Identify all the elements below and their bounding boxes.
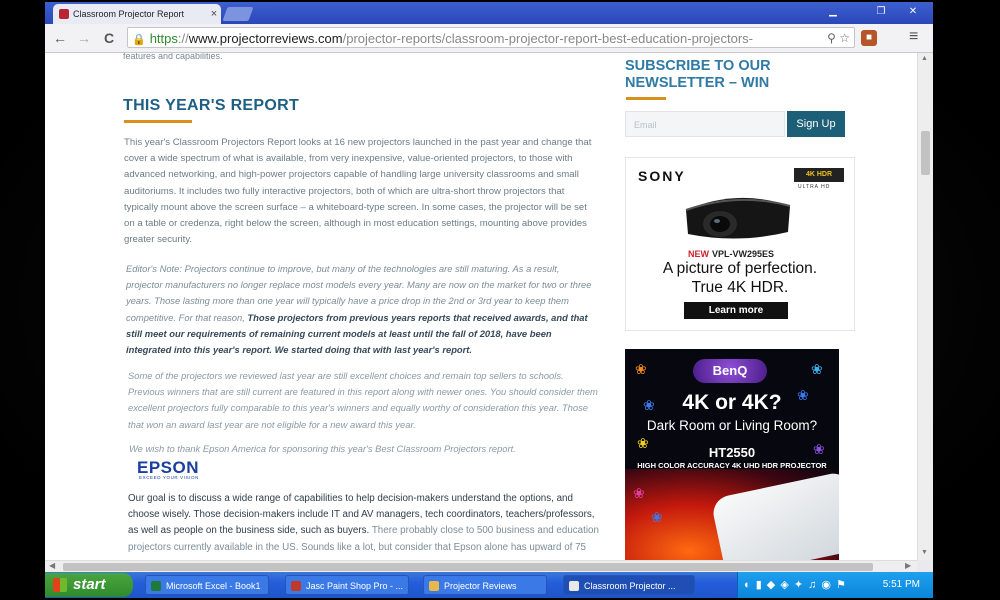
taskbar-item-label: Projector Reviews (444, 581, 517, 591)
taskbar-item[interactable]: Projector Reviews (423, 575, 547, 595)
email-field[interactable]: Email (625, 111, 785, 137)
browser-titlebar: Classroom Projector Report × ▁ ❐ ✕ (45, 2, 933, 24)
vertical-scrollbar[interactable]: ▲ ▼ (917, 53, 933, 560)
goal-paragraph: Our goal is to discuss a wide range of c… (128, 491, 603, 556)
learn-more-button[interactable]: Learn more (684, 302, 788, 319)
url-path: /projector-reports/classroom-projector-r… (342, 31, 753, 46)
benq-model: HT2550 (708, 445, 756, 460)
benq-ad[interactable]: BenQ 4K or 4K? Dark Room or Living Room?… (625, 349, 839, 560)
bookmark-star-icon[interactable]: ☆ (839, 31, 850, 45)
scroll-right-icon[interactable]: ▶ (905, 561, 911, 570)
newsletter-underline (626, 97, 666, 100)
scroll-up-icon[interactable]: ▲ (921, 55, 928, 62)
chrome-icon (569, 581, 579, 591)
butterfly-icon: ❀ (637, 435, 649, 451)
tab-classroom-projector-report[interactable]: Classroom Projector Report × (53, 4, 221, 24)
previous-winners-paragraph: Some of the projectors we reviewed last … (128, 370, 598, 430)
start-button[interactable]: start (45, 573, 133, 597)
scroll-down-icon[interactable]: ▼ (921, 549, 928, 556)
butterfly-icon: ❀ (811, 361, 823, 377)
windows-taskbar: start Microsoft Excel - Book1 Jasc Paint… (45, 572, 933, 598)
lock-icon: 🔒 (132, 34, 146, 46)
back-button[interactable]: ← (51, 29, 69, 47)
epson-tagline: EXCEED YOUR VISION (139, 475, 199, 480)
sony-tagline-2: True 4K HDR. (691, 279, 789, 296)
address-bar[interactable]: 🔒 https://www.projectorreviews.com/projec… (127, 27, 855, 48)
report-intro-paragraph: This year's Classroom Projectors Report … (124, 137, 592, 246)
tray-icons[interactable]: ◐ ▮ ◆ ◈ ✦ ♫ ◉ ⚑ (744, 578, 847, 591)
benq-subhead: Dark Room or Living Room? (646, 418, 818, 433)
sponsor-note: We wish to thank Epson America for spons… (129, 443, 516, 454)
clock: 5:51 PM (882, 579, 920, 590)
sony-projector-image (685, 197, 791, 239)
ultra-hd-label: ULTRA HD (798, 184, 831, 190)
vertical-scroll-thumb[interactable] (921, 131, 930, 175)
taskbar-item-label: Jasc Paint Shop Pro - ... (306, 581, 404, 591)
url-separator: :// (177, 31, 189, 46)
newsletter-title: SUBSCRIBE TO OUR NEWSLETTER – WIN (625, 58, 771, 91)
browser-toolbar: ← → C 🔒 https://www.projectorreviews.com/… (45, 24, 933, 53)
section-heading: THIS YEAR'S REPORT (123, 97, 300, 114)
article-fragment: features and capabilities. (123, 53, 223, 61)
butterfly-icon: ❀ (651, 509, 663, 525)
sony-model-line: NEW VPL-VW295ES (688, 249, 774, 259)
excel-icon (151, 581, 161, 591)
taskbar-item[interactable]: Jasc Paint Shop Pro - ... (285, 575, 409, 595)
benq-subtitle: HIGH COLOR ACCURACY 4K UHD HDR PROJECTOR (637, 461, 827, 470)
maximize-button[interactable]: ❐ (871, 5, 891, 19)
url-scheme: https (149, 31, 178, 46)
sign-up-button[interactable]: Sign Up (787, 111, 845, 137)
minimize-button[interactable]: ▁ (823, 5, 843, 19)
tab-title: Classroom Projector Report (73, 9, 185, 19)
new-tab-button[interactable] (222, 7, 254, 21)
new-label: NEW (688, 249, 709, 259)
system-tray: ◐ ▮ ◆ ◈ ✦ ♫ ◉ ⚑ 5:51 PM (737, 572, 933, 598)
browser-menu-button[interactable]: ≡ (909, 28, 918, 46)
sony-logo: SONY (638, 168, 686, 184)
editors-note-paragraph: Editor's Note: Projectors continue to im… (126, 261, 596, 358)
url-host: www.projectorreviews.com (188, 31, 343, 46)
butterfly-icon: ❀ (633, 485, 645, 501)
sony-ad[interactable]: SONY 4K HDR ULTRA HD NEW VPL-VW295ES A pi… (625, 157, 855, 331)
extension-icon[interactable]: ■ (861, 30, 877, 46)
zoom-icon[interactable]: ⚲ (827, 31, 836, 45)
horizontal-scroll-thumb[interactable] (63, 563, 873, 571)
reload-button[interactable]: C (100, 29, 118, 47)
omnibox-actions: ⚲ ☆ (827, 28, 850, 47)
taskbar-item-label: Classroom Projector ... (584, 581, 676, 591)
folder-icon (429, 581, 439, 591)
sony-tagline-1: A picture of perfection. (662, 260, 818, 277)
butterfly-icon: ❀ (635, 361, 647, 377)
taskbar-item-active[interactable]: Classroom Projector ... (563, 575, 695, 595)
butterfly-icon: ❀ (813, 441, 825, 457)
site-favicon-icon (59, 9, 69, 19)
windows-flag-icon (53, 578, 67, 592)
paint-shop-icon (291, 581, 301, 591)
start-label: start (73, 576, 106, 593)
butterfly-icon: ❀ (643, 397, 655, 413)
scroll-left-icon[interactable]: ◀ (49, 561, 55, 570)
butterfly-icon: ❀ (797, 387, 809, 403)
close-window-button[interactable]: ✕ (903, 5, 923, 19)
benq-logo: BenQ (693, 359, 767, 383)
browser-screen: Classroom Projector Report × ▁ ❐ ✕ ← → C… (45, 2, 933, 598)
heading-underline (124, 120, 192, 123)
web-page: features and capabilities. THIS YEAR'S R… (45, 53, 917, 560)
forward-button[interactable]: → (75, 29, 93, 47)
tab-close-icon[interactable]: × (207, 8, 221, 20)
taskbar-item[interactable]: Microsoft Excel - Book1 (145, 575, 269, 595)
taskbar-item-label: Microsoft Excel - Book1 (166, 581, 261, 591)
4k-hdr-badge: 4K HDR (794, 168, 844, 182)
sony-model: VPL-VW295ES (712, 249, 775, 259)
